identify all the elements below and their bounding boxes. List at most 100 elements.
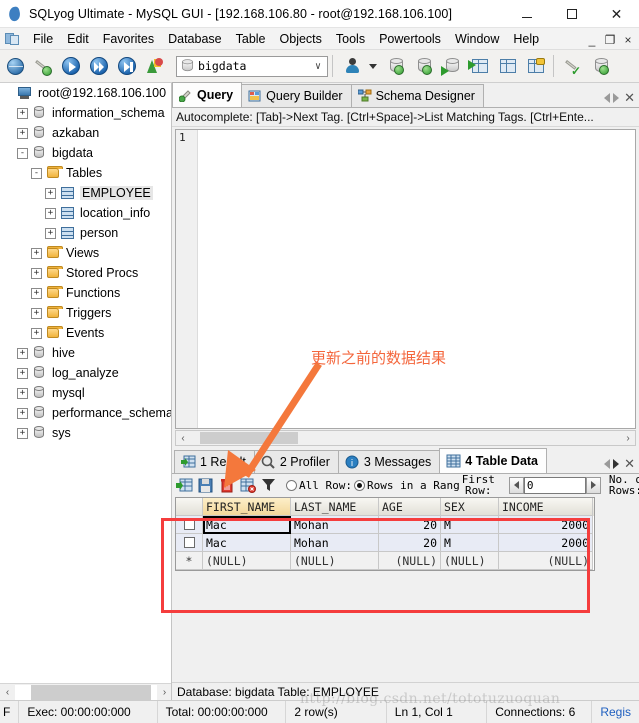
restore-database-icon[interactable] [467,53,493,79]
tab-profiler[interactable]: 2 Profiler [253,450,339,473]
result-tab-scroll-right-icon[interactable] [613,458,620,469]
tab-scroll-left-icon[interactable] [604,92,611,103]
cell-sex[interactable]: M [441,534,499,552]
tree-node-mysql[interactable]: + mysql [0,383,171,403]
create-table-icon[interactable] [495,53,521,79]
tree-expander-icon[interactable]: + [17,407,28,419]
all-rows-radio[interactable] [286,479,297,491]
tree-node-location-info[interactable]: + location_info [0,203,171,223]
sql-editor[interactable]: 1 [175,129,636,429]
tree-expander-icon[interactable]: + [45,187,56,199]
row-selector[interactable] [176,534,203,552]
tab-messages[interactable]: i 3 Messages [337,450,441,473]
import-data-icon[interactable] [383,53,409,79]
database-combo[interactable]: bigdata ∨ [176,55,328,77]
menu-favorites[interactable]: Favorites [96,30,161,48]
menu-window[interactable]: Window [448,30,506,48]
tree-node-person[interactable]: + person [0,223,171,243]
tree-expander-icon[interactable]: + [17,107,28,119]
execute-query-icon[interactable] [58,53,84,79]
cell-first-name[interactable]: (NULL) [203,552,291,570]
first-row-decrement-button[interactable] [508,476,524,494]
column-header-first-name[interactable]: FIRST_NAME [203,498,291,516]
mdi-restore-button[interactable]: ❐ [601,29,619,49]
close-button[interactable]: ✕ [594,0,639,28]
cell-sex[interactable]: M [441,516,499,534]
cell-first-name[interactable]: Mac [203,534,291,552]
tree-expander-icon[interactable]: + [45,207,56,219]
tree-node-azkaban[interactable]: + azkaban [0,123,171,143]
chevron-down-icon[interactable]: ∨ [309,61,327,72]
row-checkbox[interactable] [183,537,195,548]
result-tab-scroll-left-icon[interactable] [604,458,611,469]
new-row-marker[interactable]: * [176,552,203,570]
mdi-minimize-button[interactable]: _ [583,29,601,49]
cell-age[interactable]: (NULL) [379,552,441,570]
column-header-income[interactable]: INCOME [499,498,593,516]
editor-text-area[interactable] [199,130,635,428]
tree-node-bigdata[interactable]: - bigdata [0,143,171,163]
object-browser-tree[interactable]: root@192.168.106.100 + information_schema +… [0,83,172,700]
table-row[interactable]: Mac Mohan 20 M 2000 [176,534,594,552]
tree-horizontal-scrollbar[interactable]: ‹ › [0,683,171,700]
menu-objects[interactable]: Objects [273,30,329,48]
cell-income[interactable]: 2000 [499,534,593,552]
tree-scroll-left-button[interactable]: ‹ [0,685,15,700]
tree-node-information-schema[interactable]: + information_schema [0,103,171,123]
tree-expander-icon[interactable]: + [17,387,28,399]
menu-powertools[interactable]: Powertools [372,30,448,48]
rows-in-range-radio-group[interactable]: Rows in a Rang [353,479,460,492]
menu-file[interactable]: File [26,30,60,48]
first-row-increment-button[interactable] [585,476,601,494]
row-checkbox[interactable] [183,519,195,530]
discard-changes-icon[interactable] [238,476,257,495]
cell-sex[interactable]: (NULL) [441,552,499,570]
menu-database[interactable]: Database [161,30,229,48]
tree-scroll-track[interactable] [15,684,157,700]
all-rows-radio-group[interactable]: All Row: [286,479,352,492]
tree-node-tables[interactable]: - Tables [0,163,171,183]
tree-node-log-analyze[interactable]: + log_analyze [0,363,171,383]
cell-income[interactable]: (NULL) [499,552,593,570]
tree-expander-icon[interactable]: + [17,347,28,359]
table-row[interactable]: Mac Mohan 20 M 2000 [176,516,594,534]
column-header-age[interactable]: AGE [379,498,441,516]
tree-expander-icon[interactable]: + [17,367,28,379]
save-changes-icon[interactable] [196,476,215,495]
cell-first-name[interactable]: Mac [203,516,291,534]
mdi-close-button[interactable]: × [619,29,637,49]
cell-last-name[interactable]: Mohan [291,534,379,552]
tree-expander-icon[interactable]: + [31,267,42,279]
tree-node-stored-procs[interactable]: + Stored Procs [0,263,171,283]
cell-last-name[interactable]: (NULL) [291,552,379,570]
user-manager-icon[interactable] [339,53,365,79]
manage-indexes-icon[interactable] [523,53,549,79]
cell-age[interactable]: 20 [379,516,441,534]
tree-node-functions[interactable]: + Functions [0,283,171,303]
tree-scroll-thumb[interactable] [31,684,151,700]
tree-expander-icon[interactable]: - [31,167,42,179]
tab-result[interactable]: 1 Result [174,450,255,473]
tab-query-builder[interactable]: Query Builder [241,84,352,107]
tree-expander-icon[interactable]: - [17,147,28,159]
editor-scroll-thumb[interactable] [200,432,298,444]
tree-expander-icon[interactable]: + [17,127,28,139]
tree-node-triggers[interactable]: + Triggers [0,303,171,323]
export-data-icon[interactable] [411,53,437,79]
refresh-objects-icon[interactable] [588,53,614,79]
stop-query-icon[interactable] [142,53,168,79]
tab-schema-designer[interactable]: Schema Designer [350,84,484,107]
tree-expander-icon[interactable]: + [31,327,42,339]
user-manager-dropdown-caret-icon[interactable] [369,63,377,69]
new-connection-icon[interactable] [2,53,28,79]
tree-scroll-right-button[interactable]: › [157,685,171,700]
editor-scroll-left-button[interactable]: ‹ [176,433,190,444]
status-registration-link[interactable]: Regis [592,701,639,723]
first-row-spinner[interactable] [508,476,601,494]
tree-node-employee[interactable]: + EMPLOYEE [0,183,171,203]
column-header-sex[interactable]: SEX [441,498,499,516]
first-row-input[interactable] [523,476,586,494]
minimize-button[interactable] [504,0,549,28]
maximize-button[interactable] [549,0,594,28]
execute-all-queries-icon[interactable] [86,53,112,79]
